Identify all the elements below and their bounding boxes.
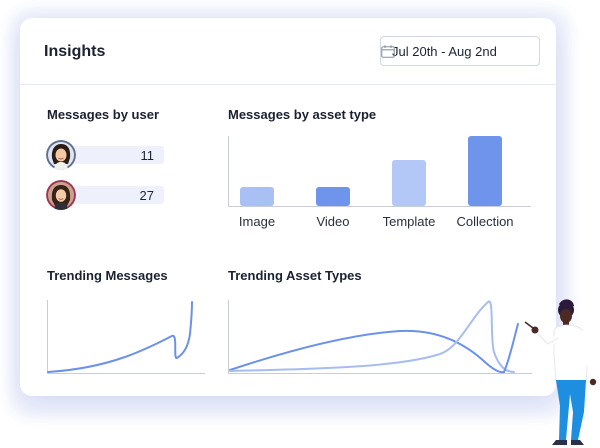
presenter-illustration [524,299,597,445]
count-bar: 11 [72,146,164,164]
card-header: Insights Jul 20th - Aug 2nd [20,18,556,85]
bar-collection [468,136,502,206]
count-bar: 27 [72,186,164,204]
date-range-label: Jul 20th - Aug 2nd [392,44,497,59]
user-row[interactable]: 27 [46,180,164,210]
calendar-icon [381,45,395,58]
messages-by-user-title: Messages by user [47,107,160,122]
bar-template [392,160,426,206]
page-title: Insights [44,43,106,60]
messages-by-asset-type-title: Messages by asset type [228,107,377,122]
message-count: 27 [139,188,154,203]
message-count: 11 [140,148,155,163]
trending-messages-line [47,301,193,373]
date-range-picker[interactable]: Jul 20th - Aug 2nd [380,36,540,66]
trending-asset-types-title: Trending Asset Types [228,268,362,283]
avatar [46,180,76,210]
tick-label: Collection [456,214,514,229]
bar-video [316,187,350,206]
trending-asset-types-line [503,323,519,373]
insights-card: Insights Jul 20th - Aug 2nd Messages by … [20,18,556,396]
trending-asset-types-line [229,329,505,374]
trending-messages-title: Trending Messages [47,268,168,283]
bar-image [240,187,274,206]
trending-asset-types-line [229,300,515,373]
avatar [46,140,76,170]
user-row[interactable]: 11 [46,140,164,170]
